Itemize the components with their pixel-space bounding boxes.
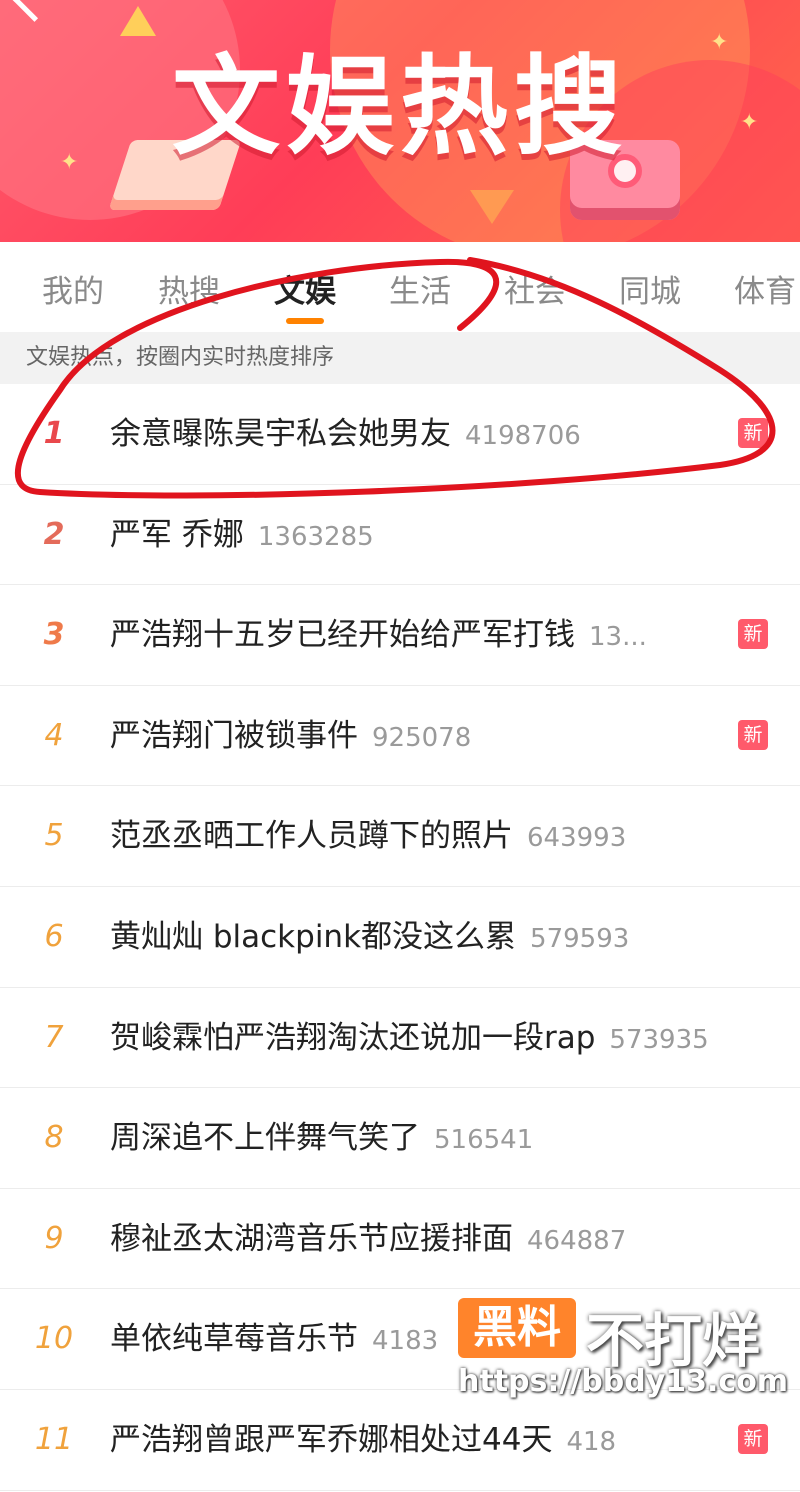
rank-number: 11 [34, 1421, 74, 1457]
banner-title: 文娱热搜 [171, 45, 628, 170]
list-item[interactable]: 9 穆祉丞太湖湾音乐节应援排面 464887 [0, 1189, 800, 1290]
rank-number: 2 [43, 516, 65, 552]
tab-mine[interactable]: 我的 [42, 266, 104, 311]
heat-count: 418 [566, 1426, 617, 1457]
heat-count: 516541 [434, 1125, 534, 1156]
topic-title[interactable]: 余意曝陈昊宇私会她男友 4198706 [110, 384, 581, 486]
heat-count: 4198706 [465, 421, 581, 451]
new-badge: 新 [738, 719, 768, 750]
watermark: 黑料 不打烊 https://bbdy13.com [458, 1296, 788, 1406]
list-description: 文娱热点，按圈内实时热度排序 [0, 332, 800, 384]
topic-title[interactable]: 范丞丞晒工作人员蹲下的照片 643993 [110, 786, 626, 888]
heat-count: 579593 [530, 923, 630, 954]
rank-number: 10 [34, 1321, 74, 1357]
tab-life[interactable]: 生活 [389, 266, 451, 311]
tab-local[interactable]: 同城 [619, 266, 681, 311]
topic-title[interactable]: 周深追不上伴舞气笑了 516541 [110, 1088, 533, 1190]
list-item[interactable]: 1 余意曝陈昊宇私会她男友 4198706 新 [0, 384, 800, 485]
category-tabs: 我的 热搜 文娱 生活 社会 同城 体育 [0, 242, 800, 332]
list-item[interactable]: 6 黄灿灿 blackpink都没这么累 579593 [0, 887, 800, 988]
tab-sports[interactable]: 体育 [734, 266, 796, 311]
header-banner: ✦ ✦ ✦ 文娱热搜 [0, 0, 800, 242]
rank-number: 7 [44, 1019, 64, 1055]
topic-title[interactable]: 严浩翔十五岁已经开始给严军打钱 13... [110, 585, 647, 687]
heat-count: 925078 [372, 722, 472, 753]
new-badge: 新 [738, 619, 768, 650]
rank-number: 6 [44, 918, 64, 954]
topic-title[interactable]: 黄灿灿 blackpink都没这么累 579593 [110, 887, 629, 989]
triangle-decor [470, 190, 514, 224]
heat-count: 573935 [609, 1024, 709, 1055]
list-item[interactable]: 8 周深追不上伴舞气笑了 516541 [0, 1088, 800, 1189]
rank-number: 8 [44, 1120, 64, 1156]
heat-count: 643993 [527, 823, 627, 854]
topic-title[interactable]: 严军 乔娜 1363285 [110, 485, 374, 587]
topic-title[interactable]: 单依纯草莓音乐节 4183 [110, 1289, 438, 1391]
tab-society[interactable]: 社会 [504, 266, 566, 311]
rank-number: 9 [44, 1220, 64, 1256]
topic-title[interactable]: 穆祉丞太湖湾音乐节应援排面 464887 [110, 1189, 626, 1291]
heat-count: 4183 [372, 1326, 439, 1357]
rank-number: 4 [44, 717, 64, 753]
rank-number: 3 [43, 617, 65, 653]
list-item[interactable]: 2 严军 乔娜 1363285 [0, 485, 800, 586]
active-tab-indicator [286, 318, 324, 324]
tab-entertainment[interactable]: 文娱 [274, 266, 336, 311]
tab-hot-search[interactable]: 热搜 [158, 266, 220, 311]
list-item[interactable]: 5 范丞丞晒工作人员蹲下的照片 643993 [0, 786, 800, 887]
new-badge: 新 [738, 1423, 768, 1454]
watermark-logo: 黑料 [458, 1298, 576, 1358]
rank-number: 1 [43, 416, 65, 451]
new-badge: 新 [738, 418, 768, 448]
rank-number: 5 [44, 818, 64, 854]
heat-count: 1363285 [257, 521, 374, 552]
topic-title[interactable]: 贺峻霖怕严浩翔淘汰还说加一段rap 573935 [110, 988, 709, 1090]
watermark-url: https://bbdy13.com [458, 1364, 789, 1399]
list-item[interactable]: 7 贺峻霖怕严浩翔淘汰还说加一段rap 573935 [0, 988, 800, 1089]
list-item[interactable]: 3 严浩翔十五岁已经开始给严军打钱 13... 新 [0, 585, 800, 686]
heat-count: 13... [589, 622, 647, 653]
heat-count: 464887 [527, 1225, 627, 1256]
topic-title[interactable]: 严浩翔门被锁事件 925078 [110, 686, 471, 788]
list-item[interactable]: 4 严浩翔门被锁事件 925078 新 [0, 686, 800, 787]
